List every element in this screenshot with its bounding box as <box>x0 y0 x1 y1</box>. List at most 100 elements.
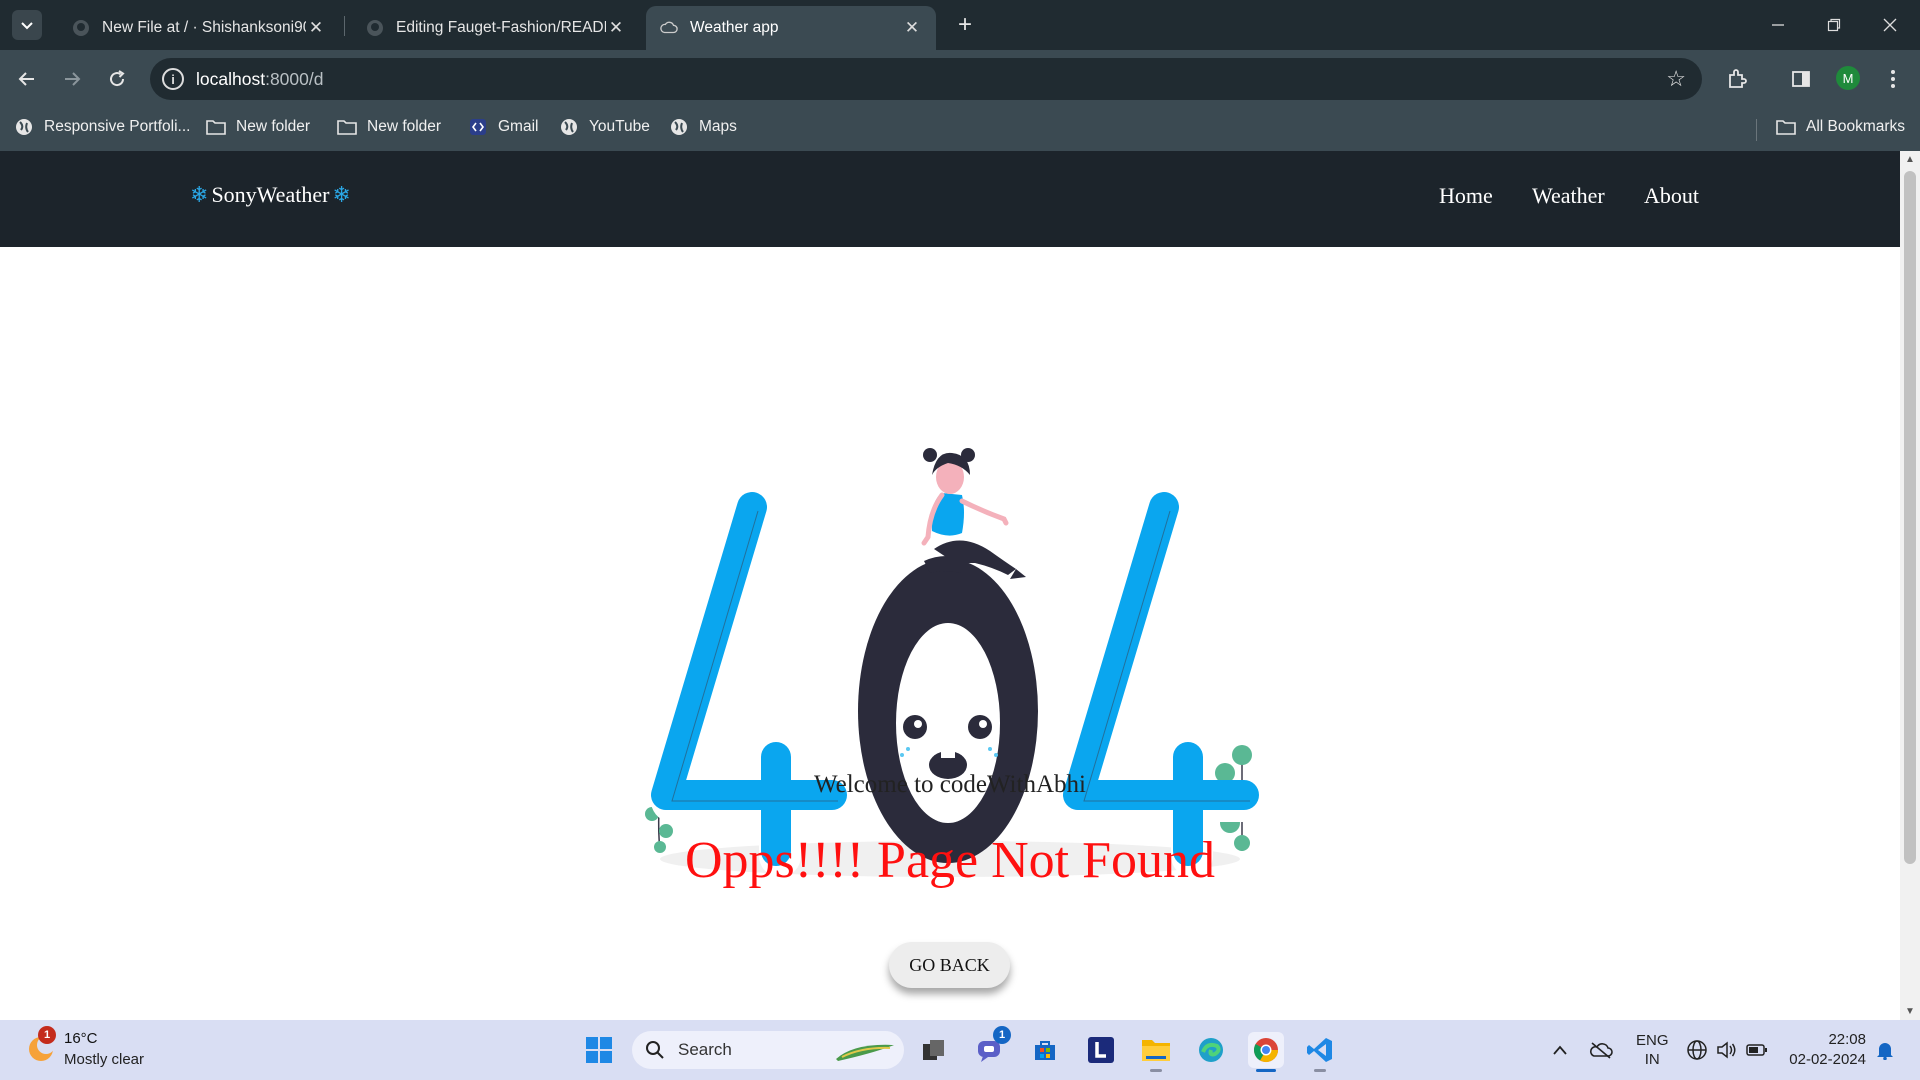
close-window-button[interactable] <box>1862 0 1918 50</box>
scroll-down-icon[interactable]: ▼ <box>1905 1006 1915 1017</box>
network-icon[interactable] <box>1686 1020 1708 1080</box>
address-bar[interactable]: i localhost:8000/d ☆ <box>150 58 1702 100</box>
bookmark-label: Gmail <box>498 118 539 135</box>
snowflake-icon: ❄ <box>332 182 351 207</box>
vscode-button[interactable] <box>1302 1032 1338 1072</box>
battery-icon[interactable] <box>1746 1020 1768 1080</box>
bookmarks-bar: Responsive Portfoli... New folder New fo… <box>0 107 1920 151</box>
girl-character <box>921 448 1026 579</box>
all-bookmarks-button[interactable]: All Bookmarks <box>1776 117 1905 137</box>
forward-button[interactable] <box>55 62 89 96</box>
reload-button[interactable] <box>100 62 134 96</box>
bookmark-label: YouTube <box>589 118 650 135</box>
language-indicator[interactable]: ENG IN <box>1636 1020 1669 1080</box>
browser-toolbar: i localhost:8000/d ☆ M <box>0 50 1920 107</box>
tray-overflow-button[interactable] <box>1552 1020 1568 1080</box>
nav-home-link[interactable]: Home <box>1439 183 1493 209</box>
l-app-button[interactable] <box>1083 1032 1119 1068</box>
task-view-icon <box>923 1040 944 1060</box>
minimize-icon <box>1772 24 1784 26</box>
extensions-icon[interactable] <box>1720 62 1754 96</box>
go-back-button[interactable]: GO BACK <box>889 942 1010 988</box>
arrow-right-icon <box>65 72 81 86</box>
chevron-up-icon <box>1553 1045 1567 1055</box>
language-code: ENG <box>1636 1032 1669 1049</box>
url-host: localhost <box>196 69 266 89</box>
vscode-icon <box>1307 1038 1332 1062</box>
welcome-text: Welcome to codeWithAbhi <box>814 771 1086 798</box>
nav-about-link[interactable]: About <box>1644 183 1699 209</box>
taskbar-search[interactable]: Search <box>632 1031 904 1069</box>
chrome-icon <box>1253 1038 1278 1063</box>
search-highlight-image <box>836 1044 894 1061</box>
bookmark-folder-2[interactable]: New folder <box>337 117 441 137</box>
weather-widget-icon[interactable]: 1 <box>24 1026 58 1064</box>
restore-icon <box>1827 18 1841 32</box>
bookmark-gmail[interactable]: Gmail <box>468 117 538 137</box>
cloud-icon <box>660 19 678 37</box>
edge-button[interactable] <box>1193 1032 1229 1068</box>
arrow-left-icon <box>18 72 34 86</box>
error-heading: Opps!!!! Page Not Found <box>684 832 1216 889</box>
nav-weather-link[interactable]: Weather <box>1532 183 1605 209</box>
github-icon <box>366 19 384 37</box>
close-icon[interactable]: ✕ <box>306 18 326 38</box>
bookmark-label: New folder <box>367 118 442 135</box>
store-icon <box>1035 1041 1055 1060</box>
weather-condition[interactable]: Mostly clear <box>64 1051 144 1068</box>
edge-icon <box>1199 1038 1223 1062</box>
minimize-button[interactable] <box>1750 0 1806 50</box>
running-indicator <box>1150 1069 1162 1072</box>
site-info-icon[interactable]: i <box>162 68 184 90</box>
restore-button[interactable] <box>1806 0 1862 50</box>
bookmark-youtube[interactable]: YouTube <box>559 117 650 137</box>
digit-four-right <box>1063 490 1270 877</box>
side-panel-icon[interactable] <box>1784 62 1818 96</box>
scroll-up-icon[interactable]: ▲ <box>1905 154 1915 165</box>
site-brand[interactable]: ❄ SonyWeather ❄ <box>190 182 351 208</box>
search-icon <box>644 1039 666 1061</box>
bookmark-star-icon[interactable]: ☆ <box>1666 66 1686 92</box>
task-view-button[interactable] <box>916 1032 952 1068</box>
back-button[interactable] <box>10 62 44 96</box>
bookmark-label: Responsive Portfoli... <box>44 118 191 135</box>
tab-github-editing-readme[interactable]: Editing Fauget-Fashion/READM ✕ <box>352 6 640 50</box>
profile-avatar[interactable]: M <box>1836 66 1860 90</box>
bookmark-responsive-portfolio[interactable]: Responsive Portfoli... <box>14 117 190 137</box>
start-button[interactable] <box>581 1032 617 1068</box>
bookmark-maps[interactable]: Maps <box>669 117 737 137</box>
tab-github-new-file[interactable]: New File at / · Shishanksoni906/ ✕ <box>58 6 340 50</box>
microsoft-store-button[interactable] <box>1027 1032 1063 1068</box>
all-bookmarks-label: All Bookmarks <box>1806 118 1906 135</box>
close-icon[interactable]: ✕ <box>902 18 922 38</box>
new-tab-button[interactable]: + <box>950 10 980 40</box>
digit-zero-face <box>858 559 1038 863</box>
volume-icon[interactable] <box>1716 1020 1738 1080</box>
clock-date: 02-02-2024 <box>1789 1051 1866 1068</box>
bookmark-label: Maps <box>699 118 737 135</box>
clock[interactable]: 22:08 02-02-2024 <box>1786 1020 1866 1080</box>
bookmark-label: New folder <box>236 118 311 135</box>
tab-title: Weather app <box>690 19 779 36</box>
url-path: :8000/d <box>265 69 324 89</box>
eye-left <box>903 715 927 739</box>
chrome-button[interactable] <box>1248 1032 1284 1072</box>
teams-chat-button[interactable]: 1 <box>971 1026 1011 1068</box>
tab-search-button[interactable] <box>12 10 42 40</box>
url-text[interactable]: localhost:8000/d <box>196 69 323 90</box>
bookmark-folder-1[interactable]: New folder <box>206 117 310 137</box>
github-icon <box>72 19 90 37</box>
tab-weather-app[interactable]: Weather app ✕ <box>646 6 936 50</box>
close-icon[interactable]: ✕ <box>606 18 626 38</box>
code-icon <box>468 117 488 137</box>
notifications-button[interactable] <box>1876 1020 1894 1080</box>
folder-icon <box>1142 1040 1170 1061</box>
globe-icon <box>14 117 34 137</box>
tab-title: Editing Fauget-Fashion/READM <box>396 19 606 36</box>
scrollbar-thumb[interactable] <box>1904 171 1916 864</box>
onedrive-icon[interactable] <box>1589 1020 1613 1080</box>
file-explorer-button[interactable] <box>1138 1032 1174 1072</box>
page-scrollbar[interactable]: ▲ ▼ <box>1900 151 1920 1020</box>
more-menu-icon[interactable] <box>1876 62 1910 96</box>
weather-temperature[interactable]: 16°C <box>64 1030 98 1047</box>
